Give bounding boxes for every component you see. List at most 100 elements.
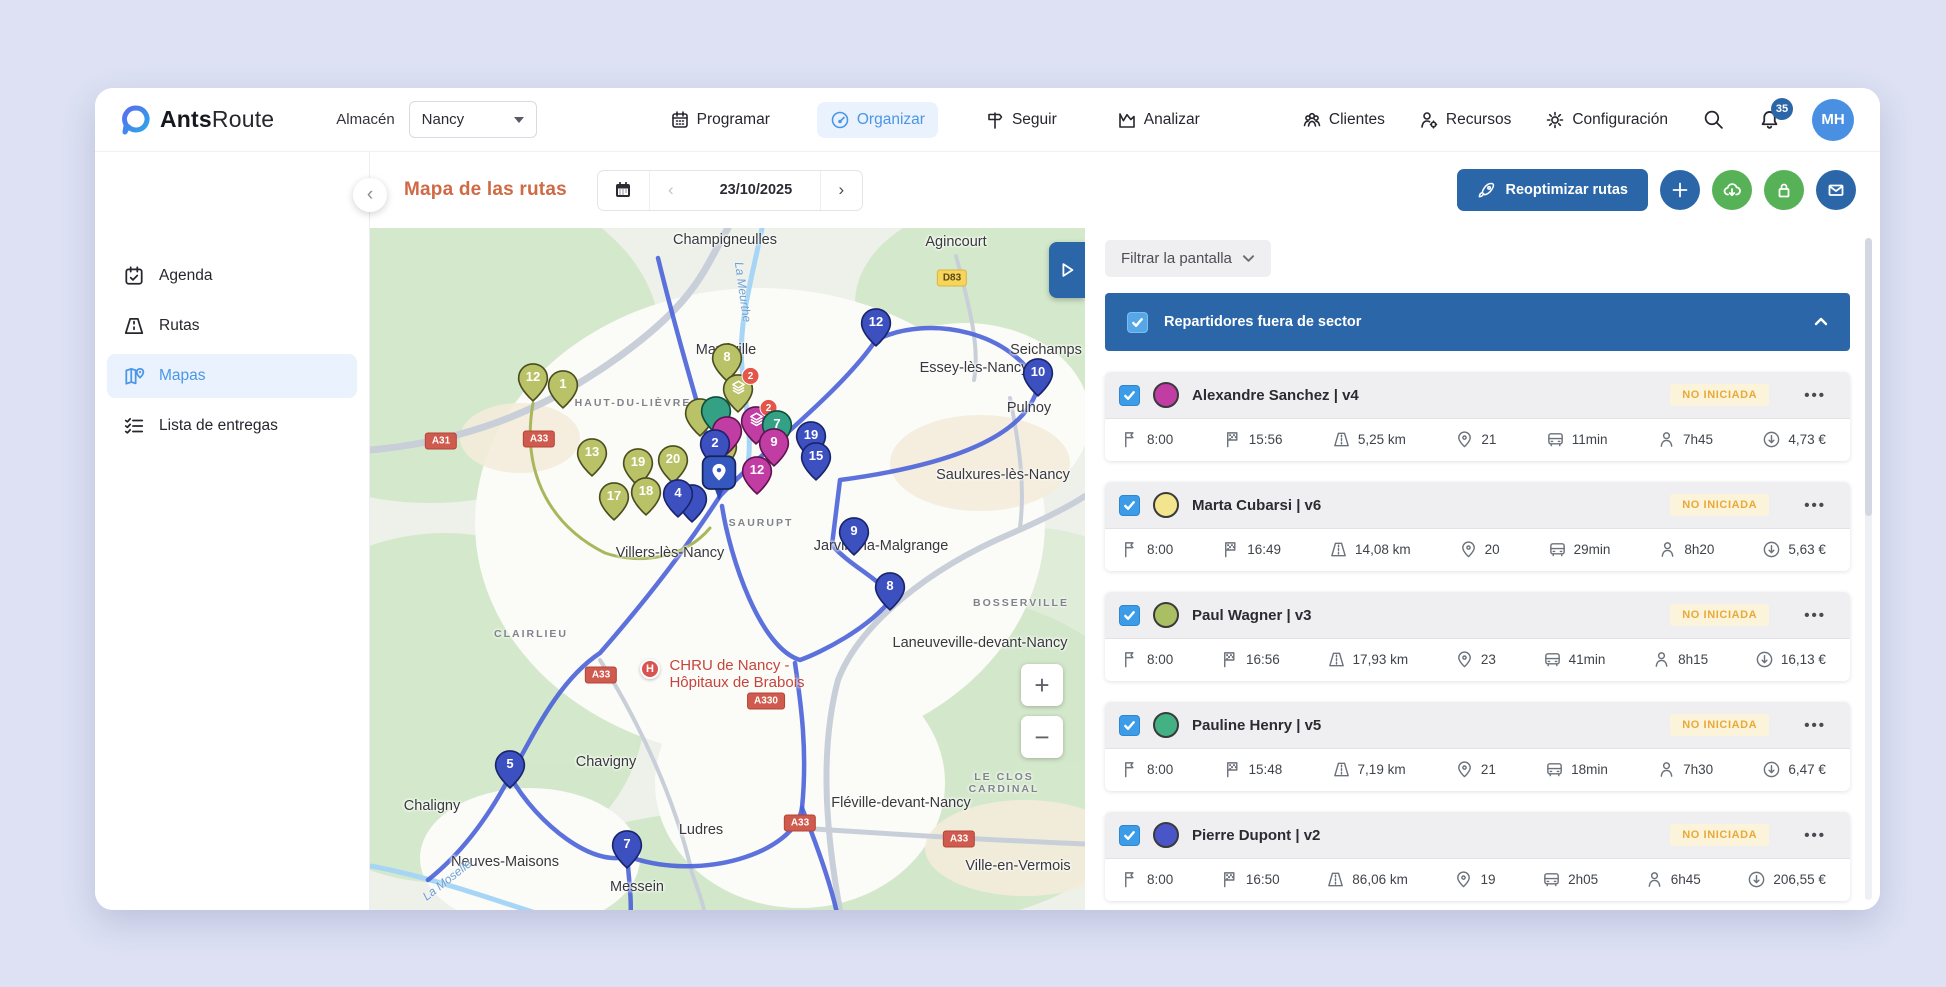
map-pin-blue[interactable]: 10: [1022, 358, 1054, 397]
chevron-up-icon[interactable]: [1814, 315, 1828, 329]
tab-programar[interactable]: Programar: [657, 102, 783, 138]
nav-center: Programar Organizar Seguir Analizar: [657, 101, 1213, 138]
brand-logo[interactable]: AntsRoute: [121, 104, 274, 135]
chevron-down-icon: [513, 116, 524, 123]
map-pin-olive[interactable]: 13: [576, 438, 608, 477]
user-avatar[interactable]: MH: [1812, 98, 1854, 141]
stat-cost: 4,73 €: [1762, 430, 1826, 449]
driver-header-row[interactable]: Pierre Dupont | v2 NO INICIADA •••: [1105, 812, 1850, 859]
reoptimize-routes-button[interactable]: Reoptimizar rutas: [1456, 169, 1648, 211]
lock-icon: [1778, 183, 1790, 198]
nav-clientes[interactable]: Clientes: [1300, 104, 1387, 136]
group-checkbox[interactable]: [1127, 311, 1148, 333]
add-button[interactable]: [1660, 170, 1700, 210]
stat-cost: 16,13 €: [1755, 650, 1826, 669]
driver-name: Marta Cubarsi | v6: [1192, 496, 1322, 514]
chevron-down-icon: [1242, 255, 1254, 262]
finish-flag-icon: [1224, 652, 1235, 668]
vehicle-icon: [1547, 763, 1562, 777]
map-pin-icon: [125, 367, 145, 385]
panel-scrollbar[interactable]: [1865, 238, 1872, 900]
page-title: Mapa de las rutas: [404, 179, 567, 200]
vehicle-icon: [1544, 873, 1559, 887]
driver-card: Pierre Dupont | v2 NO INICIADA ••• 8:00 …: [1105, 812, 1850, 901]
routes-map[interactable]: Champigneulles Agincourt D83 Seichamps Essey…: [370, 228, 1085, 910]
calendar-button[interactable]: [598, 170, 650, 210]
filter-screen-button[interactable]: Filtrar la pantalla: [1105, 240, 1271, 277]
driver-header-row[interactable]: Paul Wagner | v3 NO INICIADA •••: [1105, 592, 1850, 639]
tab-seguir[interactable]: Seguir: [972, 102, 1070, 138]
stops-pin-icon: [1457, 651, 1471, 668]
sidebar-item-lista-entregas[interactable]: Lista de entregas: [107, 404, 357, 448]
driver-card: Paul Wagner | v3 NO INICIADA ••• 8:00 16…: [1105, 592, 1850, 681]
driver-checkbox[interactable]: [1119, 604, 1140, 626]
driver-menu-button[interactable]: •••: [1804, 497, 1826, 514]
driver-checkbox[interactable]: [1119, 714, 1140, 736]
map-pin-olive[interactable]: 18: [630, 477, 662, 516]
notifications-button[interactable]: 35: [1756, 97, 1793, 133]
previous-day-button[interactable]: ‹: [650, 171, 692, 210]
road-icon: [1328, 652, 1344, 667]
map-pin-magenta[interactable]: 12: [741, 456, 773, 495]
driver-menu-button[interactable]: •••: [1804, 607, 1826, 624]
warehouse-select[interactable]: Nancy: [408, 101, 537, 138]
stat-drive: 41min: [1543, 650, 1605, 669]
collapse-sidebar-button[interactable]: ‹: [353, 178, 387, 212]
map-pin-blue[interactable]: 12: [860, 308, 892, 347]
routes-panel: Filtrar la pantalla Repartidores fuera d…: [1095, 228, 1880, 910]
zoom-in-button[interactable]: +: [1021, 664, 1063, 706]
cost-icon: [1764, 541, 1780, 558]
driver-color-avatar: [1153, 382, 1179, 408]
sidebar-item-agenda[interactable]: Agenda: [107, 254, 357, 298]
stops-pin-icon: [1457, 761, 1471, 778]
tab-organizar[interactable]: Organizar: [816, 101, 938, 138]
driver-menu-button[interactable]: •••: [1804, 827, 1826, 844]
map-pin-blue[interactable]: 9: [838, 517, 870, 556]
map-pin-blue[interactable]: 15: [800, 442, 832, 481]
lock-button[interactable]: [1764, 170, 1804, 210]
stat-drive: 29min: [1548, 540, 1610, 559]
cost-icon: [1764, 761, 1780, 778]
drivers-group-header[interactable]: Repartidores fuera de sector: [1105, 293, 1850, 351]
sidebar-item-mapas[interactable]: Mapas: [107, 354, 357, 398]
zoom-out-button[interactable]: −: [1021, 716, 1063, 758]
person-icon: [1655, 652, 1668, 667]
next-day-button[interactable]: ›: [819, 170, 862, 210]
driver-checkbox[interactable]: [1119, 824, 1140, 846]
person-icon: [1661, 542, 1674, 557]
hospital-icon[interactable]: H: [640, 659, 660, 679]
map-pin-olive[interactable]: 17: [598, 482, 630, 521]
nav-recursos[interactable]: Recursos: [1417, 104, 1513, 136]
start-flag-icon: [1125, 872, 1134, 888]
driver-checkbox[interactable]: [1119, 494, 1140, 516]
tab-analizar[interactable]: Analizar: [1104, 102, 1213, 138]
map-expand-button[interactable]: [1049, 242, 1085, 298]
calendar-check-icon: [125, 266, 143, 285]
start-flag-icon: [1125, 542, 1134, 558]
road-icon: [124, 317, 144, 335]
map-pin-olive[interactable]: 1: [547, 370, 579, 409]
map-pin-blue[interactable]: 5: [494, 750, 526, 789]
map-pin-blue[interactable]: 4: [662, 479, 694, 518]
map-pin-blue[interactable]: 7: [611, 830, 643, 869]
date-picker: ‹ 23/10/2025 ›: [596, 169, 863, 211]
search-button[interactable]: [1700, 107, 1726, 133]
finish-flag-icon: [1226, 762, 1238, 778]
stat-start: 8:00: [1121, 650, 1173, 669]
map-pin-blue[interactable]: 8: [874, 572, 906, 611]
driver-status-badge: NO INICIADA: [1670, 494, 1770, 516]
driver-header-row[interactable]: Pauline Henry | v5 NO INICIADA •••: [1105, 702, 1850, 749]
triangle-right-icon: [1062, 263, 1074, 277]
driver-header-row[interactable]: Marta Cubarsi | v6 NO INICIADA •••: [1105, 482, 1850, 529]
sidebar-item-rutas[interactable]: Rutas: [107, 304, 357, 348]
cloud-download-button[interactable]: [1712, 170, 1752, 210]
driver-menu-button[interactable]: •••: [1804, 387, 1826, 404]
driver-header-row[interactable]: Alexandre Sanchez | v4 NO INICIADA •••: [1105, 372, 1850, 419]
map-pin-olive[interactable]: 12: [517, 363, 549, 402]
map-place-marker[interactable]: [700, 455, 738, 503]
driver-checkbox[interactable]: [1119, 384, 1140, 406]
top-navigation: AntsRoute Almacén Nancy Programar Organi…: [95, 88, 1880, 152]
nav-configuracion[interactable]: Configuración: [1543, 104, 1670, 136]
email-button[interactable]: [1816, 170, 1856, 210]
driver-menu-button[interactable]: •••: [1804, 717, 1826, 734]
